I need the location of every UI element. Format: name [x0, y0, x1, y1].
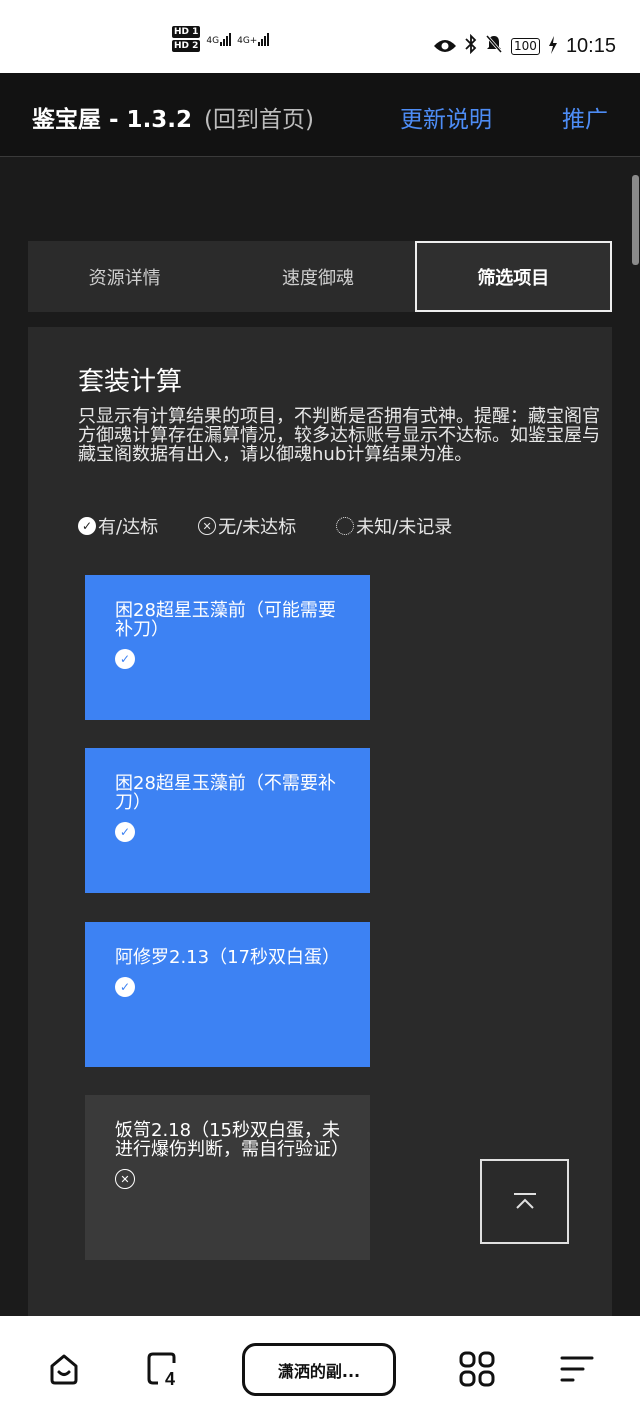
set-item-label: 阿修罗2.13（17秒双白蛋）	[115, 947, 340, 968]
back-to-top-button[interactable]	[480, 1159, 569, 1244]
home-button[interactable]	[42, 1347, 86, 1391]
charging-icon	[548, 35, 558, 59]
legend: ✓ 有/达标 ✕ 无/未达标 未知/未记录	[78, 513, 452, 539]
current-tab-button[interactable]: 潇洒的副...	[242, 1343, 396, 1396]
section-note: 只显示有计算结果的项目，不判断是否拥有式神。提醒：藏宝阁官方御魂计算存在漏算情况…	[78, 406, 600, 465]
app-title: 鉴宝屋 - 1.3.2	[32, 107, 193, 133]
check-circle-icon: ✓	[78, 517, 96, 535]
check-circle-icon: ✓	[115, 977, 135, 997]
tab-speed-yuhun[interactable]: 速度御魂	[221, 241, 414, 312]
tabs-button[interactable]: 4	[142, 1347, 186, 1391]
set-item: 阿修罗2.13（17秒双白蛋） ✓	[85, 922, 370, 1067]
clock: 10:15	[565, 35, 616, 57]
scrollbar-track	[630, 158, 640, 1314]
signal-sim1-icon: 4G	[206, 32, 232, 46]
legend-unknown-label: 未知/未记录	[356, 517, 453, 538]
set-item: 困28超星玉藻前（不需要补刀） ✓	[85, 748, 370, 893]
battery-icon: 100	[511, 38, 540, 55]
hd-sim1-badge: HD 1	[172, 26, 201, 38]
home-icon	[50, 1354, 78, 1385]
scrollbar-thumb[interactable]	[632, 175, 639, 265]
x-circle-icon: ✕	[115, 1169, 135, 1189]
hd-sim2-badge: HD 2	[172, 40, 201, 52]
status-right: 100 10:15	[433, 33, 616, 59]
status-bar: HD 1 HD 2 4G 4G+ 100 10:15	[0, 0, 640, 73]
tabs-icon: 4	[147, 1352, 176, 1389]
arrow-up-icon	[513, 1192, 536, 1209]
set-item-label: 困28超星玉藻前（可能需要补刀）	[115, 600, 336, 640]
network-type-label: 4G	[206, 36, 220, 46]
browser-bottom-nav: 4 潇洒的副...	[0, 1316, 640, 1422]
bluetooth-icon	[465, 33, 477, 59]
legend-yes: ✓ 有/达标	[78, 513, 158, 539]
menu-button[interactable]	[555, 1347, 599, 1391]
x-circle-icon: ✕	[198, 517, 217, 535]
legend-unknown: 未知/未记录	[336, 513, 452, 539]
legend-yes-label: 有/达标	[98, 517, 159, 538]
dotted-circle-icon	[336, 517, 355, 535]
check-circle-icon: ✓	[115, 822, 135, 842]
app-header: 鉴宝屋 - 1.3.2 (回到首页) 更新说明 推广	[0, 73, 640, 157]
promo-link[interactable]: 推广	[562, 100, 608, 134]
tab-bar: 资源详情 速度御魂 筛选项目	[28, 241, 612, 312]
grid-icon	[459, 1351, 495, 1387]
tab-count: 4	[165, 1369, 175, 1389]
eye-icon	[433, 35, 457, 59]
menu-icon	[560, 1356, 594, 1382]
set-item: 饭笥2.18（15秒双白蛋，未进行爆伤判断，需自行验证） ✕	[85, 1095, 370, 1260]
tab-filter-items[interactable]: 筛选项目	[414, 241, 612, 312]
mute-bell-icon	[485, 34, 503, 59]
tab-resource-details[interactable]: 资源详情	[28, 241, 221, 312]
set-item: 困28超星玉藻前（可能需要补刀） ✓	[85, 575, 370, 720]
check-circle-icon: ✓	[115, 649, 135, 669]
set-item-label: 饭笥2.18（15秒双白蛋，未进行爆伤判断，需自行验证）	[115, 1120, 349, 1160]
update-notes-link[interactable]: 更新说明	[400, 100, 492, 134]
apps-button[interactable]	[455, 1347, 499, 1391]
set-item-label: 困28超星玉藻前（不需要补刀）	[115, 773, 336, 813]
legend-no: ✕ 无/未达标	[198, 513, 296, 539]
sim-indicators: HD 1 HD 2 4G 4G+	[172, 26, 270, 52]
legend-no-label: 无/未达标	[218, 517, 297, 538]
back-home-link[interactable]: (回到首页)	[204, 100, 314, 134]
signal-sim2-icon: 4G+	[237, 32, 270, 46]
network-type-label: 4G+	[237, 36, 258, 46]
section-title: 套装计算	[78, 367, 183, 397]
